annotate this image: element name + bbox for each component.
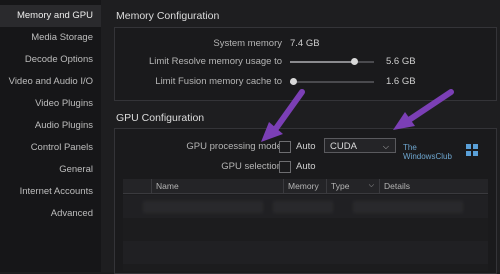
annotation-arrow-icon — [393, 89, 454, 130]
gpu-config-panel: GPU processing mode Auto CUDA ⌵ GPU sele… — [114, 128, 497, 274]
gpu-table: Name Memory Type ⌵ Details — [123, 179, 488, 271]
gpu-mode-dropdown[interactable]: CUDA ⌵ — [324, 138, 396, 153]
system-memory-value: 7.4 GB — [290, 38, 320, 49]
sidebar-item-media-storage[interactable]: Media Storage — [0, 27, 101, 49]
sidebar-item-decode-options[interactable]: Decode Options — [0, 49, 101, 71]
sidebar-item-control-panels[interactable]: Control Panels — [0, 137, 101, 159]
memory-config-title: Memory Configuration — [116, 10, 220, 22]
gpu-mode-value: CUDA — [330, 141, 357, 152]
resolve-memory-value: 5.6 GB — [386, 56, 416, 67]
resolve-memory-slider[interactable] — [290, 58, 374, 65]
table-row[interactable] — [123, 218, 488, 241]
table-row[interactable] — [123, 195, 488, 218]
fusion-slider-knob[interactable] — [290, 78, 298, 85]
blurred-cell — [353, 201, 463, 213]
chevron-down-icon: ⌵ — [368, 182, 374, 189]
sidebar-item-general[interactable]: General — [0, 159, 101, 181]
sidebar-item-video-plugins[interactable]: Video Plugins — [0, 93, 101, 115]
table-row[interactable] — [123, 241, 488, 264]
watermark: The WindowsClub — [403, 143, 452, 161]
resolve-slider-fill — [290, 61, 354, 63]
table-col-checkbox — [123, 179, 151, 193]
sidebar-item-advanced[interactable]: Advanced — [0, 203, 101, 225]
watermark-line1: The — [403, 143, 417, 152]
gpu-selection-auto-label: Auto — [296, 161, 316, 172]
table-col-type[interactable]: Type ⌵ — [326, 179, 379, 193]
gpu-selection-label: GPU selection — [221, 161, 282, 172]
sidebar-item-video-audio-io[interactable]: Video and Audio I/O — [0, 71, 101, 93]
fusion-memory-slider[interactable] — [290, 78, 374, 85]
annotation-arrow-icon — [261, 89, 305, 142]
watermark-logo-icon — [466, 144, 478, 156]
sidebar-item-memory-gpu[interactable]: Memory and GPU — [0, 5, 101, 27]
sidebar-item-internet-accounts[interactable]: Internet Accounts — [0, 181, 101, 203]
gpu-config-title: GPU Configuration — [116, 112, 205, 124]
blurred-cell — [143, 201, 263, 213]
watermark-line2: WindowsClub — [403, 152, 452, 161]
chevron-down-icon: ⌵ — [382, 142, 389, 151]
table-col-name[interactable]: Name — [151, 179, 283, 193]
resolve-memory-label: Limit Resolve memory usage to — [148, 56, 282, 67]
sidebar: Memory and GPU Media Storage Decode Opti… — [0, 0, 101, 272]
sidebar-item-audio-plugins[interactable]: Audio Plugins — [0, 115, 101, 137]
main-panel: Memory Configuration System memory 7.4 G… — [101, 0, 500, 274]
table-col-details[interactable]: Details — [379, 179, 488, 193]
gpu-selection-auto-checkbox[interactable] — [279, 161, 291, 173]
table-col-memory[interactable]: Memory — [283, 179, 326, 193]
system-memory-label: System memory — [213, 38, 282, 49]
resolve-slider-knob[interactable] — [350, 58, 358, 65]
gpu-table-header: Name Memory Type ⌵ Details — [123, 179, 488, 194]
table-col-type-label: Type — [331, 181, 350, 191]
blurred-cell — [273, 201, 333, 213]
